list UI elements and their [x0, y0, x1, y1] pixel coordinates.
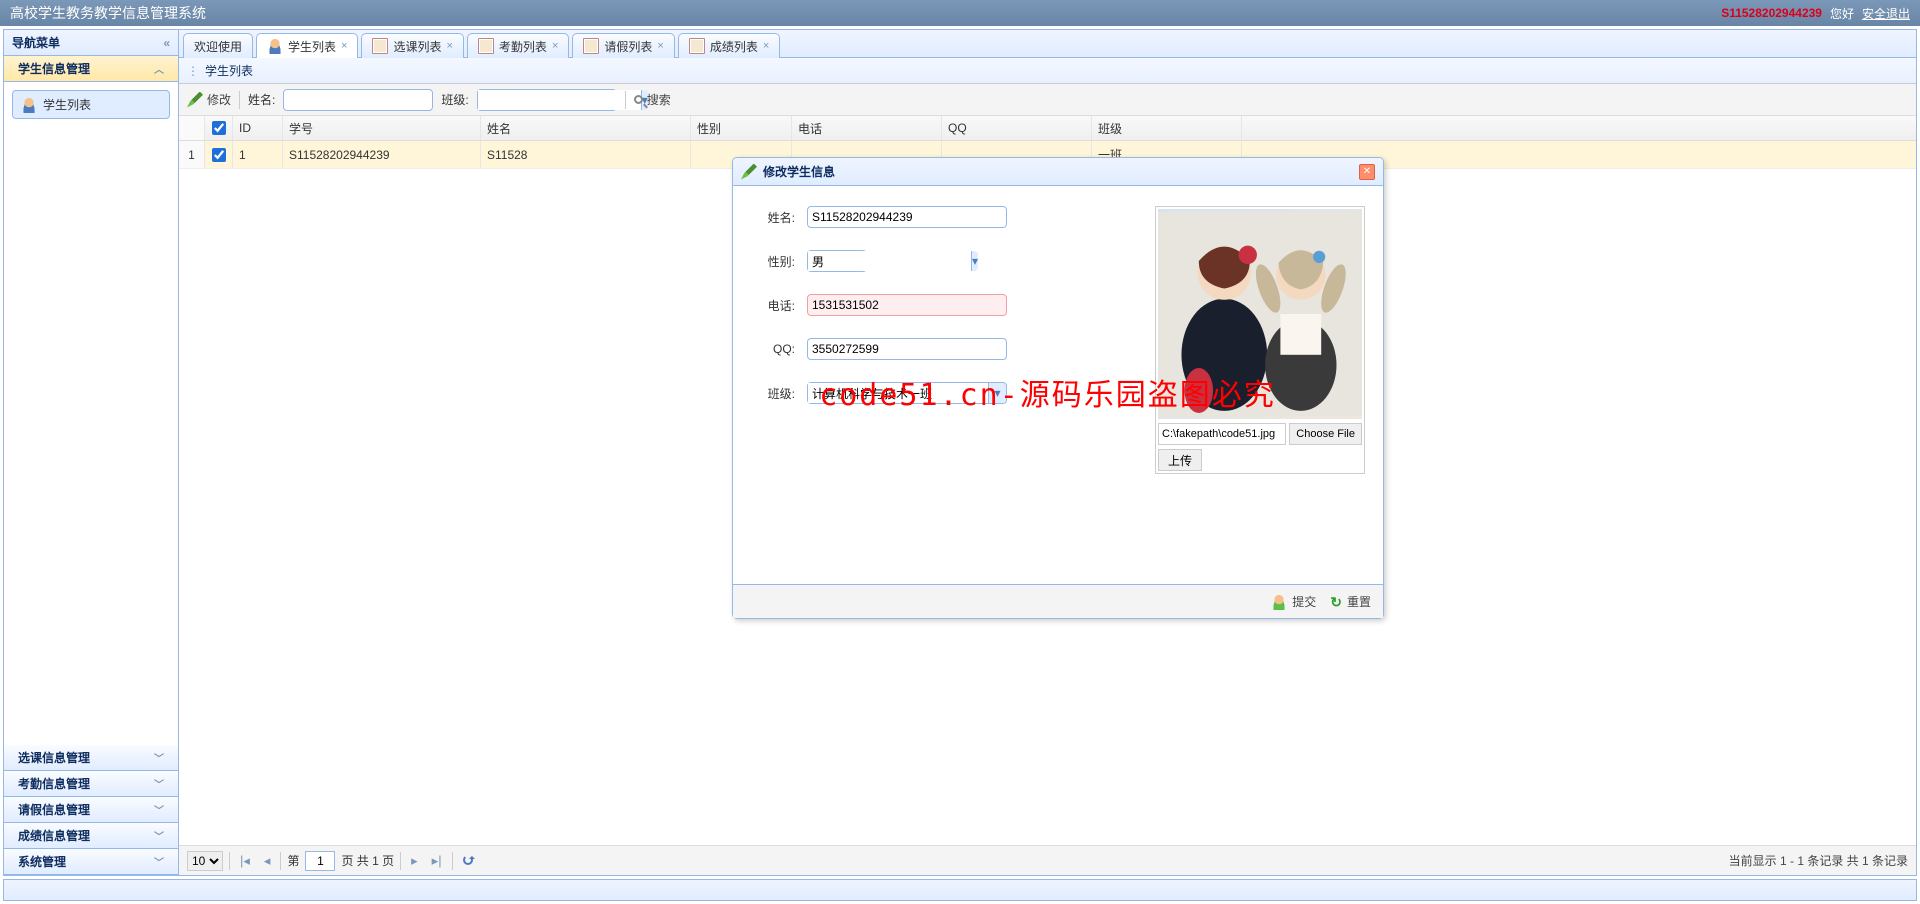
col-sno[interactable]: 学号	[283, 116, 481, 140]
book-icon	[478, 38, 494, 54]
refresh-button[interactable]	[459, 853, 477, 868]
row-checkbox[interactable]	[212, 148, 226, 162]
submit-button[interactable]: 提交	[1271, 593, 1316, 610]
accordion-attendance-info[interactable]: 考勤信息管理﹀	[4, 771, 178, 797]
tab-leave-list[interactable]: 请假列表×	[572, 33, 674, 58]
book-icon	[372, 38, 388, 54]
sidebar: 导航菜单 « 学生信息管理 ︿ 学生列表 选课信息管理﹀ 考勤信息管理﹀ 请假信…	[4, 30, 179, 875]
pencil-icon	[741, 164, 757, 180]
form-class-combo[interactable]: ▾	[807, 382, 1007, 404]
form-tel-input[interactable]	[807, 294, 1007, 316]
tab-strip: 欢迎使用 学生列表× 选课列表× 考勤列表× 请假列表× 成绩列表×	[179, 30, 1916, 58]
col-class[interactable]: 班级	[1092, 116, 1242, 140]
name-filter-input[interactable]	[283, 89, 433, 111]
close-icon[interactable]: ×	[341, 40, 347, 52]
reset-icon: ↻	[1330, 595, 1342, 609]
book-icon	[583, 38, 599, 54]
form-qq-label: QQ:	[751, 342, 795, 356]
user-icon	[21, 97, 37, 113]
chevron-down-icon: ﹀	[154, 776, 164, 791]
grid-toolbar: 修改 姓名: 班级: ▾ 搜索	[179, 84, 1916, 116]
tab-attendance-list[interactable]: 考勤列表×	[467, 33, 569, 58]
dialog-close-button[interactable]: ✕	[1359, 164, 1375, 180]
file-path-input[interactable]	[1158, 423, 1286, 445]
pagination-bar: 10 |◂ ◂ 第 页 共 1 页 ▸ ▸| 当前显示 1 - 1 条记录 共 …	[179, 845, 1916, 875]
search-icon	[634, 95, 643, 104]
close-icon[interactable]: ×	[763, 40, 769, 52]
chevron-down-icon[interactable]: ▾	[971, 251, 978, 271]
form-class-label: 班级:	[751, 385, 795, 402]
chevron-up-icon: ︿	[154, 61, 164, 76]
form-sex-combo[interactable]: ▾	[807, 250, 867, 272]
pencil-icon	[187, 92, 203, 108]
accordion-grade-info[interactable]: 成绩信息管理﹀	[4, 823, 178, 849]
greeting-text: 您好	[1830, 5, 1854, 22]
submit-icon	[1271, 594, 1287, 610]
book-icon	[689, 38, 705, 54]
user-icon	[267, 38, 283, 54]
accordion-student-info[interactable]: 学生信息管理 ︿	[4, 56, 178, 82]
prev-page-button[interactable]: ◂	[260, 853, 275, 869]
refresh-icon	[463, 855, 473, 865]
anime-image	[1158, 209, 1362, 419]
col-id[interactable]: ID	[233, 116, 283, 140]
accordion-course-info[interactable]: 选课信息管理﹀	[4, 745, 178, 771]
upload-button[interactable]: 上传	[1158, 449, 1202, 471]
main-region: 欢迎使用 学生列表× 选课列表× 考勤列表× 请假列表× 成绩列表× ⋮ 学生列…	[179, 30, 1916, 875]
chevron-down-icon: ﹀	[154, 750, 164, 765]
current-user: S11528202944239	[1721, 6, 1822, 20]
sidebar-title: 导航菜单	[12, 34, 60, 51]
nav-student-list[interactable]: 学生列表	[12, 90, 170, 119]
class-label: 班级:	[441, 91, 468, 108]
class-filter-combo[interactable]: ▾	[477, 89, 617, 111]
close-icon[interactable]: ×	[657, 40, 663, 52]
choose-file-button[interactable]: Choose File	[1289, 423, 1362, 445]
close-icon[interactable]: ×	[552, 40, 558, 52]
form-sex-label: 性别:	[751, 253, 795, 270]
tab-grade-list[interactable]: 成绩列表×	[678, 33, 780, 58]
chevron-down-icon: ﹀	[154, 802, 164, 817]
page-size-select[interactable]: 10	[187, 851, 223, 871]
search-button[interactable]: 搜索	[634, 91, 671, 108]
photo-panel: Choose File 上传	[1155, 206, 1365, 474]
status-bar	[3, 879, 1917, 901]
grid-header: ID 学号 姓名 性别 电话 QQ 班级	[179, 116, 1916, 141]
close-icon[interactable]: ×	[446, 40, 452, 52]
accordion-leave-info[interactable]: 请假信息管理﹀	[4, 797, 178, 823]
app-header: 高校学生教务教学信息管理系统 S11528202944239 您好 安全退出	[0, 0, 1920, 26]
col-tel[interactable]: 电话	[792, 116, 942, 140]
sidebar-header: 导航菜单 «	[4, 30, 178, 56]
tab-course-list[interactable]: 选课列表×	[361, 33, 463, 58]
chevron-down-icon[interactable]: ▾	[988, 383, 1006, 403]
first-page-button[interactable]: |◂	[236, 853, 254, 869]
reset-button[interactable]: ↻重置	[1330, 593, 1371, 610]
panel-subheader: ⋮ 学生列表	[179, 58, 1916, 84]
subpanel-title: 学生列表	[205, 62, 253, 79]
edit-student-dialog: 修改学生信息 ✕ 姓名: 性别: ▾ 电话: QQ: 班级: ▾	[732, 157, 1384, 619]
col-sex[interactable]: 性别	[691, 116, 792, 140]
form-qq-input[interactable]	[807, 338, 1007, 360]
photo-preview	[1158, 209, 1362, 419]
col-name[interactable]: 姓名	[481, 116, 691, 140]
logout-link[interactable]: 安全退出	[1862, 5, 1910, 22]
sidebar-collapse-icon[interactable]: «	[163, 36, 170, 50]
dialog-header[interactable]: 修改学生信息 ✕	[733, 158, 1383, 186]
chevron-down-icon: ﹀	[154, 854, 164, 869]
chevron-down-icon: ﹀	[154, 828, 164, 843]
tab-welcome[interactable]: 欢迎使用	[183, 33, 253, 58]
name-label: 姓名:	[248, 91, 275, 108]
col-qq[interactable]: QQ	[942, 116, 1092, 140]
page-number-input[interactable]	[305, 851, 335, 871]
edit-button[interactable]: 修改	[187, 91, 231, 108]
pager-info: 当前显示 1 - 1 条记录 共 1 条记录	[1729, 852, 1908, 869]
form-name-input[interactable]	[807, 206, 1007, 228]
form-name-label: 姓名:	[751, 209, 795, 226]
form-tel-label: 电话:	[751, 297, 795, 314]
tab-student-list[interactable]: 学生列表×	[256, 33, 358, 58]
accordion-system-mgmt[interactable]: 系统管理﹀	[4, 849, 178, 875]
select-all-checkbox[interactable]	[212, 121, 226, 135]
last-page-button[interactable]: ▸|	[428, 853, 446, 869]
app-title: 高校学生教务教学信息管理系统	[10, 3, 206, 23]
next-page-button[interactable]: ▸	[407, 853, 422, 869]
